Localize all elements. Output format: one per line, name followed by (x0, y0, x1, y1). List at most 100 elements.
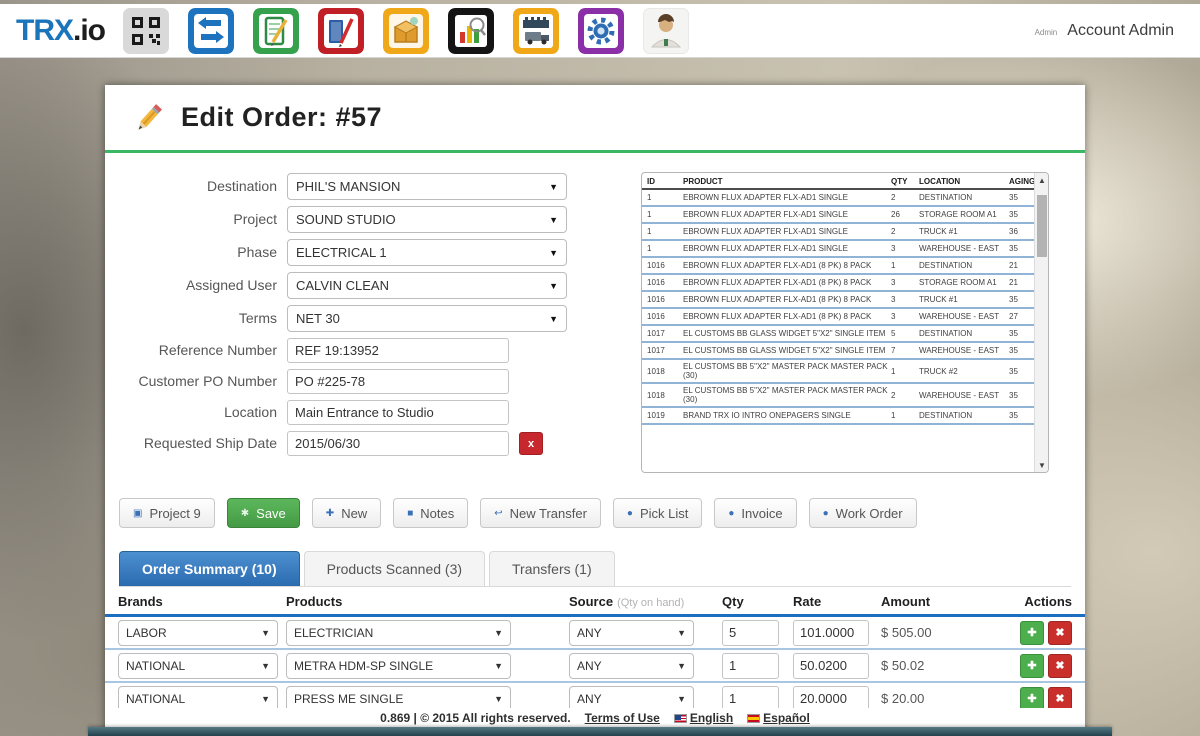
add-line-button[interactable]: ✚ (1020, 653, 1044, 678)
pick-list-button[interactable]: ● Pick List (612, 498, 703, 528)
catalog-icon[interactable] (318, 7, 364, 54)
schedule-icon[interactable] (513, 7, 559, 54)
source-value: ANY (577, 691, 602, 706)
new-transfer-button[interactable]: ↩ New Transfer (480, 498, 601, 528)
product-select[interactable]: ELECTRICIAN ▼ (286, 619, 511, 646)
col-rate: Rate (793, 594, 822, 609)
col-actions: Actions (1024, 594, 1072, 609)
spanish-link[interactable]: Español (747, 711, 810, 725)
tab-products-scanned[interactable]: Products Scanned (3) (303, 551, 486, 586)
product-select[interactable]: METRA HDM-SP SINGLE ▼ (286, 652, 511, 679)
cell-aging: 21 (1009, 261, 1018, 270)
table-row[interactable]: 1018 EL CUSTOMS BB 5"X2" MASTER PACK MAS… (642, 384, 1034, 408)
cell-qty: 7 (891, 346, 896, 355)
table-row[interactable]: 1017 EL CUSTOMS BB GLASS WIDGET 5"X2" SI… (642, 343, 1034, 360)
table-row[interactable]: 1 EBROWN FLUX ADAPTER FLX-AD1 SINGLE 3 W… (642, 241, 1034, 258)
us-flag-icon (673, 713, 687, 723)
scrollbar[interactable]: ▲ ▼ (1034, 173, 1048, 472)
orders-icon[interactable] (253, 7, 299, 54)
work-order-button[interactable]: ● Work Order (808, 498, 917, 528)
brand-select[interactable]: LABOR ▼ (118, 619, 278, 646)
col-location[interactable]: LOCATION (919, 177, 1007, 186)
qr-code-icon[interactable] (123, 7, 169, 54)
delete-line-button[interactable]: ✖ (1048, 686, 1072, 711)
assigned-user-select[interactable]: CALVIN CLEAN ▼ (287, 272, 567, 299)
cell-qty: 3 (891, 295, 896, 304)
cell-id: 1 (647, 227, 652, 236)
table-row[interactable]: 1016 EBROWN FLUX ADAPTER FLX-AD1 (8 PK) … (642, 292, 1034, 309)
add-line-button[interactable]: ✚ (1020, 620, 1044, 645)
table-row[interactable]: 1016 EBROWN FLUX ADAPTER FLX-AD1 (8 PK) … (642, 309, 1034, 326)
cell-aging: 27 (1009, 312, 1018, 321)
project-9-button[interactable]: ▣ Project 9 (119, 498, 215, 528)
table-row[interactable]: 1016 EBROWN FLUX ADAPTER FLX-AD1 (8 PK) … (642, 275, 1034, 292)
phase-select[interactable]: ELECTRICAL 1 ▼ (287, 239, 567, 266)
reports-icon[interactable] (448, 7, 494, 54)
project-select[interactable]: SOUND STUDIO ▼ (287, 206, 567, 233)
qty-input[interactable] (722, 652, 779, 679)
cell-product: EBROWN FLUX ADAPTER FLX-AD1 (8 PK) 8 PAC… (683, 278, 872, 287)
transfers-icon[interactable] (188, 7, 234, 54)
tab-transfers[interactable]: Transfers (1) (489, 551, 615, 586)
location-input[interactable] (287, 400, 509, 425)
inventory-table: ID PRODUCT QTY LOCATION AGING 1 EBROWN F… (641, 172, 1049, 473)
tab-order-summary[interactable]: Order Summary (10) (119, 551, 300, 586)
cell-id: 1019 (647, 411, 665, 420)
chevron-down-icon: ▼ (677, 627, 686, 638)
delete-line-button[interactable]: ✖ (1048, 653, 1072, 678)
source-select[interactable]: ANY ▼ (569, 619, 694, 646)
col-aging[interactable]: AGING (1009, 177, 1034, 186)
settings-icon[interactable] (578, 7, 624, 54)
customer-po-input[interactable] (287, 369, 509, 394)
cell-location: STORAGE ROOM A1 (919, 278, 997, 287)
source-value: ANY (577, 625, 602, 640)
table-row[interactable]: 1017 EL CUSTOMS BB GLASS WIDGET 5"X2" SI… (642, 326, 1034, 343)
location-label: Location (224, 404, 277, 420)
table-row[interactable]: 1019 BRAND TRX IO INTRO ONEPAGERS SINGLE… (642, 408, 1034, 425)
terms-of-use-link[interactable]: Terms of Use (585, 711, 660, 725)
invoice-button[interactable]: ● Invoice (714, 498, 797, 528)
rate-input[interactable] (793, 619, 869, 646)
col-qty[interactable]: QTY (891, 177, 917, 186)
destination-select[interactable]: PHIL'S MANSION ▼ (287, 173, 567, 200)
table-row[interactable]: 1 EBROWN FLUX ADAPTER FLX-AD1 SINGLE 2 T… (642, 224, 1034, 241)
notes-button[interactable]: ■ Notes (393, 498, 469, 528)
rate-input[interactable] (793, 652, 869, 679)
cell-product: BRAND TRX IO INTRO ONEPAGERS SINGLE (683, 411, 851, 420)
scroll-down-icon[interactable]: ▼ (1035, 458, 1048, 472)
destination-value: PHIL'S MANSION (296, 179, 401, 194)
chevron-down-icon: ▼ (261, 693, 270, 704)
source-select[interactable]: ANY ▼ (569, 652, 694, 679)
account-menu[interactable]: Admin Account Admin (1035, 22, 1186, 40)
col-id[interactable]: ID (647, 177, 681, 186)
account-icon[interactable] (643, 7, 689, 54)
terms-select[interactable]: NET 30 ▼ (287, 305, 567, 332)
english-link[interactable]: English (673, 711, 733, 725)
lock-icon: ● (626, 507, 633, 519)
clear-date-button[interactable]: x (519, 432, 543, 455)
ship-date-input[interactable] (287, 431, 509, 456)
table-row[interactable]: 1016 EBROWN FLUX ADAPTER FLX-AD1 (8 PK) … (642, 258, 1034, 275)
x-icon: ✖ (1055, 627, 1065, 639)
table-row[interactable]: 1 EBROWN FLUX ADAPTER FLX-AD1 SINGLE 2 D… (642, 190, 1034, 207)
plus-icon: ✚ (1027, 660, 1037, 672)
qty-input[interactable] (722, 619, 779, 646)
scrollbar-thumb[interactable] (1037, 195, 1047, 257)
col-product[interactable]: PRODUCT (683, 177, 889, 186)
table-row[interactable]: 1 EBROWN FLUX ADAPTER FLX-AD1 SINGLE 26 … (642, 207, 1034, 224)
table-row[interactable]: 1018 EL CUSTOMS BB 5"X2" MASTER PACK MAS… (642, 360, 1034, 384)
brand-select[interactable]: NATIONAL ▼ (118, 652, 278, 679)
cell-id: 1016 (647, 312, 665, 321)
cell-product: EBROWN FLUX ADAPTER FLX-AD1 SINGLE (683, 210, 848, 219)
new-button[interactable]: ✚ New (311, 498, 382, 528)
chevron-down-icon: ▼ (677, 660, 686, 671)
reference-number-input[interactable] (287, 338, 509, 363)
button-label: Pick List (639, 505, 689, 521)
app-logo[interactable]: TRX.io (16, 14, 106, 48)
save-button[interactable]: ✱ Save (226, 498, 300, 528)
packages-icon[interactable] (383, 7, 429, 54)
order-summary-table: Brands Products Source (Qty on hand) Qty … (105, 588, 1085, 716)
scroll-up-icon[interactable]: ▲ (1035, 173, 1048, 187)
add-line-button[interactable]: ✚ (1020, 686, 1044, 711)
delete-line-button[interactable]: ✖ (1048, 620, 1072, 645)
